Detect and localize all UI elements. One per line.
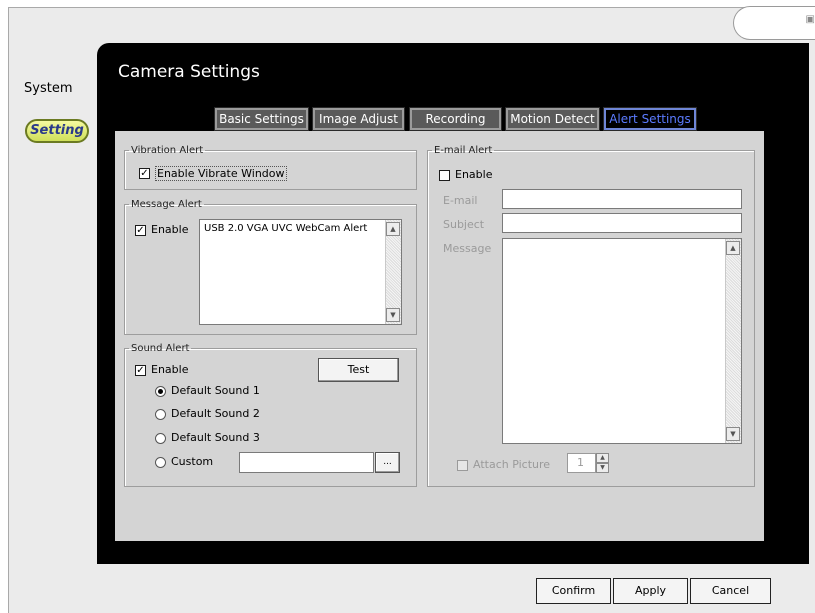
radio-default-sound-1[interactable] [155, 386, 166, 397]
tab-alert-settings[interactable]: Alert Settings [603, 107, 697, 131]
email-message-textarea[interactable]: ▲ ▼ [502, 238, 742, 444]
attach-picture-label: Attach Picture [473, 458, 551, 471]
sidebar-item-setting[interactable]: Setting [25, 119, 89, 143]
email-subject-label: Subject [443, 218, 485, 231]
vibration-alert-legend: Vibration Alert [131, 145, 204, 156]
message-alert-legend: Message Alert [131, 199, 202, 210]
scroll-down-icon[interactable]: ▼ [726, 427, 740, 441]
radio-default-sound-3[interactable] [155, 433, 166, 444]
scroll-up-icon[interactable]: ▲ [386, 222, 400, 236]
attach-count-value: 1 [577, 456, 584, 469]
scroll-up-icon[interactable]: ▲ [726, 241, 740, 255]
test-sound-button[interactable]: Test [318, 358, 399, 382]
attach-picture-checkbox[interactable] [457, 460, 468, 471]
page-title: Camera Settings [118, 62, 260, 82]
window-corner-cap: ▣ [733, 6, 815, 40]
sound-enable-label: Enable [151, 363, 189, 376]
radio-default-sound-2[interactable] [155, 409, 166, 420]
message-enable-label: Enable [151, 223, 189, 236]
email-enable-checkbox[interactable] [439, 170, 450, 181]
message-textarea[interactable]: USB 2.0 VGA UVC WebCam Alert ▲ ▼ [199, 219, 402, 325]
tab-basic-settings[interactable]: Basic Settings [214, 107, 309, 131]
message-enable-checkbox[interactable]: ✓ [135, 225, 146, 236]
email-subject-input[interactable] [502, 213, 742, 233]
alert-settings-content: Vibration Alert ✓ Enable Vibrate Window … [115, 131, 764, 541]
browse-sound-button[interactable]: ... [375, 452, 400, 473]
vibrate-window-checkbox[interactable]: ✓ [139, 168, 150, 179]
apply-button[interactable]: Apply [613, 578, 688, 604]
email-address-input[interactable] [502, 189, 742, 209]
tab-recording[interactable]: Recording [409, 107, 502, 131]
attach-count-spinner[interactable]: 1 [567, 453, 596, 473]
spinner-up-icon[interactable]: ▲ [596, 453, 609, 463]
custom-sound-label: Custom [171, 455, 214, 468]
sidebar-section-title: System [24, 81, 73, 96]
email-enable-label: Enable [455, 168, 493, 181]
spinner-down-icon[interactable]: ▼ [596, 463, 609, 473]
default-sound-1-label: Default Sound 1 [171, 384, 260, 397]
default-sound-3-label: Default Sound 3 [171, 431, 260, 444]
custom-sound-path-input[interactable] [239, 452, 374, 473]
message-scrollbar[interactable]: ▲ ▼ [385, 220, 401, 324]
cancel-button[interactable]: Cancel [690, 578, 771, 604]
scroll-down-icon[interactable]: ▼ [386, 308, 400, 322]
email-message-label: Message [443, 242, 492, 255]
email-alert-legend: E-mail Alert [434, 145, 493, 156]
message-text: USB 2.0 VGA UVC WebCam Alert [204, 223, 368, 234]
email-address-label: E-mail [443, 194, 478, 207]
vibrate-window-label: Enable Vibrate Window [155, 166, 287, 181]
tab-image-adjust[interactable]: Image Adjust [312, 107, 405, 131]
radio-custom-sound[interactable] [155, 457, 166, 468]
tab-motion-detect[interactable]: Motion Detect [505, 107, 600, 131]
email-message-scrollbar[interactable]: ▲ ▼ [725, 239, 741, 443]
sound-enable-checkbox[interactable]: ✓ [135, 365, 146, 376]
confirm-button[interactable]: Confirm [536, 578, 611, 604]
sound-alert-legend: Sound Alert [131, 343, 190, 354]
restore-icon[interactable]: ▣ [806, 14, 815, 25]
default-sound-2-label: Default Sound 2 [171, 407, 260, 420]
